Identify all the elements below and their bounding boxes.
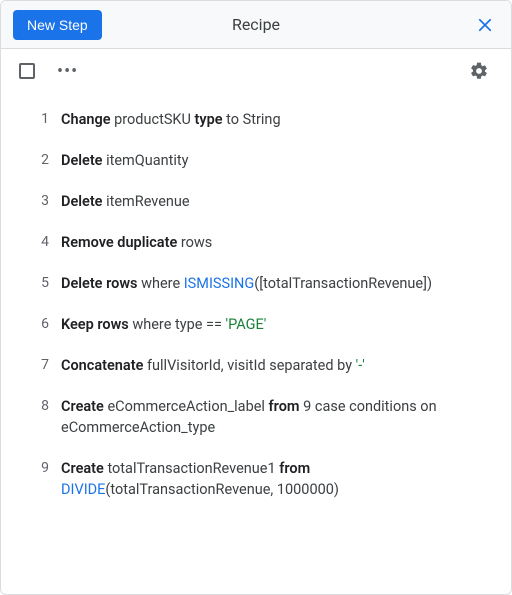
more-icon: •••	[57, 61, 78, 82]
step-description: Remove duplicate rows	[61, 232, 495, 253]
recipe-panel: New Step Recipe ••• 1Change productSKU t…	[0, 0, 512, 595]
step-description: Delete itemQuantity	[61, 150, 495, 171]
more-actions-button[interactable]: •••	[53, 63, 82, 80]
step-number: 7	[17, 355, 61, 376]
step-number: 9	[17, 458, 61, 500]
step-description: Concatenate fullVisitorId, visitId separ…	[61, 355, 495, 376]
step-number: 8	[17, 396, 61, 438]
close-button[interactable]	[471, 11, 499, 39]
recipe-step[interactable]: 3Delete itemRevenue	[11, 181, 501, 222]
new-step-button[interactable]: New Step	[13, 10, 102, 40]
recipe-step[interactable]: 5Delete rows where ISMISSING([totalTrans…	[11, 263, 501, 304]
recipe-step[interactable]: 8Create eCommerceAction_label from 9 cas…	[11, 386, 501, 448]
close-icon	[476, 16, 494, 34]
step-description: Change productSKU type to String	[61, 109, 495, 130]
recipe-step[interactable]: 1Change productSKU type to String	[11, 99, 501, 140]
gear-icon	[469, 61, 489, 81]
step-description: Create eCommerceAction_label from 9 case…	[61, 396, 495, 438]
recipe-step[interactable]: 6Keep rows where type == 'PAGE'	[11, 304, 501, 345]
recipe-step[interactable]: 9Create totalTransactionRevenue1 from DI…	[11, 448, 501, 510]
step-number: 1	[17, 109, 61, 130]
step-number: 2	[17, 150, 61, 171]
step-description: Delete itemRevenue	[61, 191, 495, 212]
recipe-toolbar: •••	[1, 49, 511, 93]
settings-button[interactable]	[465, 57, 493, 85]
step-description: Create totalTransactionRevenue1 from DIV…	[61, 458, 495, 500]
recipe-step[interactable]: 7Concatenate fullVisitorId, visitId sepa…	[11, 345, 501, 386]
step-number: 6	[17, 314, 61, 335]
step-number: 3	[17, 191, 61, 212]
recipe-steps-list: 1Change productSKU type to String2Delete…	[1, 93, 511, 594]
step-number: 5	[17, 273, 61, 294]
step-number: 4	[17, 232, 61, 253]
panel-header: New Step Recipe	[1, 1, 511, 49]
recipe-step[interactable]: 2Delete itemQuantity	[11, 140, 501, 181]
step-description: Keep rows where type == 'PAGE'	[61, 314, 495, 335]
select-all-checkbox[interactable]	[19, 63, 35, 79]
recipe-step[interactable]: 4Remove duplicate rows	[11, 222, 501, 263]
step-description: Delete rows where ISMISSING([totalTransa…	[61, 273, 495, 294]
